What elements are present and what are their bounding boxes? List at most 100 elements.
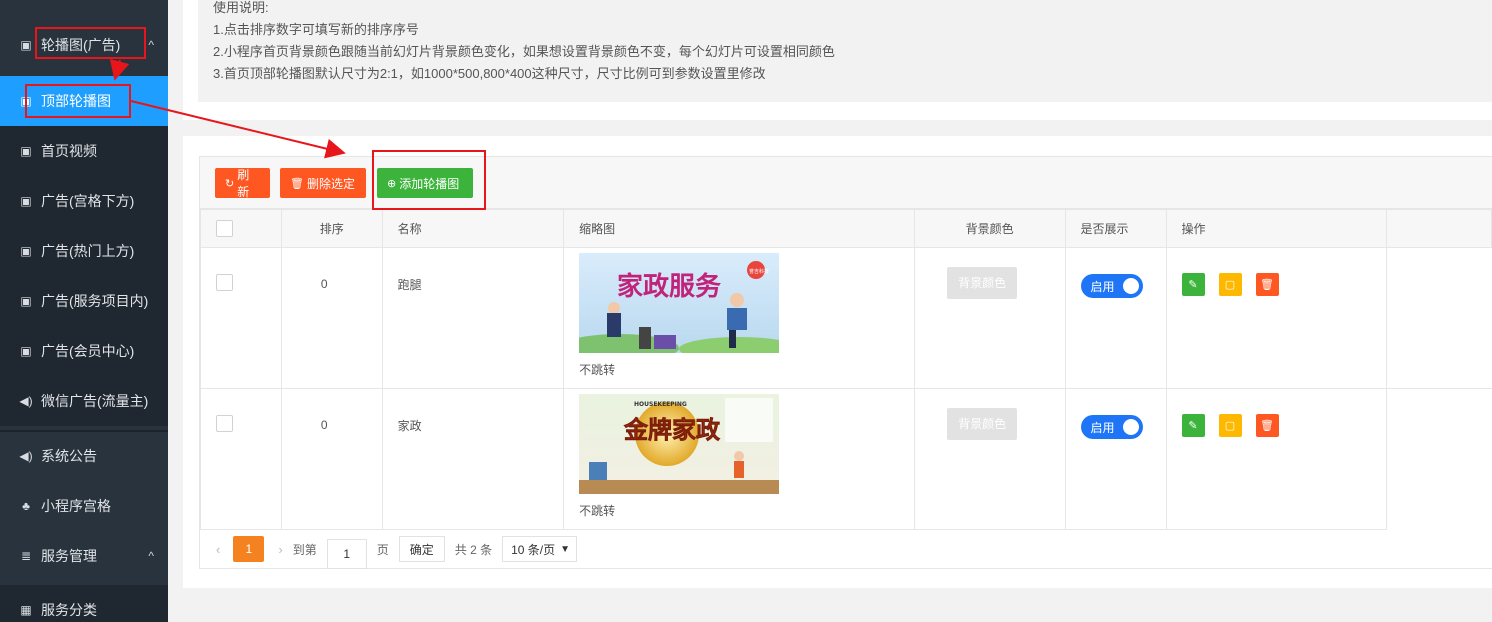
- sidebar-item-ad-service-inside[interactable]: ▣ 广告(服务项目内): [0, 276, 168, 326]
- name-cell: 家政: [381, 388, 565, 530]
- page-size-value: 10 条/页: [511, 542, 556, 557]
- order-value[interactable]: 0: [282, 277, 367, 291]
- page-input[interactable]: 1: [326, 539, 367, 569]
- sidebar-item-system-notice[interactable]: ◀) 系统公告: [0, 431, 168, 481]
- page-unit-label: 页: [376, 542, 389, 557]
- sidebar-item-service-management[interactable]: ≣ 服务管理 ^: [0, 531, 168, 581]
- table-row: 0 跑腿 家政服务 誉吉科技 不跳转 背景颜色 启用 ✎ ▢ 🗑: [200, 247, 1492, 389]
- order-cell: 0: [280, 247, 383, 389]
- page-size-select[interactable]: 10 条/页 ▼: [502, 536, 578, 562]
- jump-label: 不跳转: [579, 363, 616, 377]
- sidebar-item-service-category[interactable]: ▦ 服务分类: [0, 585, 168, 622]
- sidebar-item-label: 小程序宫格: [41, 498, 111, 514]
- refresh-label: 刷新: [237, 168, 250, 199]
- delete-selected-label: 删除选定: [306, 176, 355, 191]
- show-toggle[interactable]: 启用: [1080, 274, 1143, 298]
- column-header-actions: 操作: [1165, 209, 1388, 248]
- delete-selected-button[interactable]: 🗑 删除选定: [280, 168, 366, 198]
- chevron-left-icon[interactable]: ‹: [216, 542, 220, 557]
- thumbnail-tag: HOUSEKEEPING: [634, 401, 687, 408]
- table-container: ↻ 刷新 🗑 删除选定 ⊕ 添加轮播图 排序 名称 缩略图 背景颜色 是否展示 …: [199, 156, 1492, 569]
- thumbnail-cell: 家政服务 誉吉科技 不跳转: [563, 247, 915, 389]
- bg-color-button[interactable]: 背景颜色: [947, 408, 1018, 440]
- confirm-button[interactable]: 确定: [398, 536, 445, 562]
- sidebar-item-label: 广告(会员中心): [41, 343, 135, 359]
- sitemap-icon: ♣: [22, 499, 30, 513]
- row-checkbox[interactable]: [216, 415, 233, 432]
- trash-icon[interactable]: 🗑: [1255, 273, 1279, 296]
- sidebar-item-label: 广告(宫格下方): [41, 193, 135, 209]
- sidebar-item-label: 广告(服务项目内): [41, 293, 149, 309]
- carousel-table: 排序 名称 缩略图 背景颜色 是否展示 操作 0 跑腿 家政服务 誉吉科技 不跳…: [200, 209, 1492, 530]
- instructions-line: 3.首页顶部轮播图默认尺寸为2:1，如1000*500,800*400这种尺寸，…: [213, 66, 766, 81]
- sidebar-item-home-video[interactable]: ▣ 首页视频: [0, 126, 168, 176]
- show-cell: 启用: [1064, 247, 1167, 389]
- image-icon: ▣: [20, 294, 32, 308]
- table-row: 0 家政 HOUSEKEEPING 金牌家政 不跳转 背景颜色 启用 ✎ ▢ 🗑: [200, 388, 1492, 530]
- edit-icon[interactable]: ✎: [1181, 414, 1205, 437]
- sidebar-item-label: 服务分类: [41, 602, 97, 618]
- chevron-up-icon: ^: [148, 38, 154, 52]
- instructions-line: 2.小程序首页背景颜色跟随当前幻灯片背景颜色变化，如果想设置背景颜色不变，每个幻…: [213, 44, 835, 59]
- column-header-spacer: [1386, 209, 1492, 248]
- trash-icon[interactable]: 🗑: [1255, 414, 1279, 437]
- select-all-checkbox[interactable]: [216, 220, 233, 237]
- spacer-cell: [1386, 388, 1492, 530]
- bg-color-button[interactable]: 背景颜色: [947, 267, 1018, 299]
- grid-icon: ▦: [20, 603, 32, 617]
- sidebar-item-wechat-ad[interactable]: ◀) 微信广告(流量主): [0, 376, 168, 426]
- instructions-title: 使用说明:: [213, 0, 269, 15]
- instructions-line: 1.点击排序数字可填写新的排序序号: [213, 22, 419, 37]
- row-select-cell: [200, 388, 282, 530]
- sidebar-item-label: 微信广告(流量主): [41, 393, 149, 409]
- thumbnail-tag: 誉吉科技: [749, 268, 769, 275]
- edit-icon[interactable]: ✎: [1181, 273, 1205, 296]
- sidebar-item-label: 系统公告: [41, 448, 97, 464]
- pagination: ‹ 1 › 到第 1 页 确定 共 2 条 10 条/页 ▼: [200, 529, 1492, 569]
- toggle-knob: [1122, 419, 1139, 435]
- speaker-icon: ◀): [19, 394, 33, 408]
- speaker-icon: ◀): [19, 449, 33, 463]
- actions-cell: ✎ ▢ 🗑: [1165, 247, 1388, 389]
- column-header-order[interactable]: 排序: [280, 209, 383, 248]
- row-checkbox[interactable]: [216, 274, 233, 291]
- image-icon: ▣: [20, 144, 32, 158]
- thumbnail-image: 家政服务 誉吉科技: [579, 253, 780, 353]
- chevron-up-icon: ^: [148, 549, 154, 563]
- thumbnail-image: HOUSEKEEPING 金牌家政: [579, 394, 780, 494]
- name-cell: 跑腿: [381, 247, 565, 389]
- instructions-panel: 使用说明: 1.点击排序数字可填写新的排序序号 2.小程序首页背景颜色跟随当前幻…: [183, 0, 1492, 120]
- dropdown-icon: ▼: [560, 543, 571, 555]
- image-icon: ▣: [20, 244, 32, 258]
- column-header-thumbnail: 缩略图: [563, 209, 915, 248]
- toggle-label: 启用: [1090, 279, 1115, 294]
- sidebar-item-label: 首页视频: [41, 143, 97, 159]
- chevron-right-icon[interactable]: ›: [278, 542, 282, 557]
- sidebar-item-ad-member-center[interactable]: ▣ 广告(会员中心): [0, 326, 168, 376]
- thumbnail-title: 金牌家政: [623, 416, 720, 444]
- total-count: 共 2 条: [454, 542, 493, 557]
- order-cell: 0: [280, 388, 383, 530]
- image-icon: ▣: [20, 194, 32, 208]
- trash-icon: 🗑: [290, 177, 304, 190]
- bg-color-cell: 背景颜色: [913, 388, 1066, 530]
- sidebar-item-miniprogram-grid[interactable]: ♣ 小程序宫格: [0, 481, 168, 531]
- column-header-name: 名称: [381, 209, 565, 248]
- sidebar-item-ad-grid-below[interactable]: ▣ 广告(宫格下方): [0, 176, 168, 226]
- current-page[interactable]: 1: [233, 536, 265, 562]
- note-icon[interactable]: ▢: [1218, 273, 1242, 296]
- toggle-label: 启用: [1090, 420, 1115, 435]
- thumbnail-cell: HOUSEKEEPING 金牌家政 不跳转: [563, 388, 915, 530]
- note-icon[interactable]: ▢: [1218, 414, 1242, 437]
- sidebar-item-label: 服务管理: [41, 548, 97, 564]
- order-value[interactable]: 0: [282, 418, 367, 432]
- image-icon: ▣: [20, 344, 32, 358]
- toggle-knob: [1122, 278, 1139, 294]
- goto-label: 到第: [292, 542, 317, 557]
- show-toggle[interactable]: 启用: [1080, 415, 1143, 439]
- refresh-button[interactable]: ↻ 刷新: [215, 168, 270, 199]
- row-name: 家政: [397, 419, 422, 433]
- sidebar-item-ad-hot-above[interactable]: ▣ 广告(热门上方): [0, 226, 168, 276]
- annotation-box-carousel-menu: [35, 27, 146, 59]
- thumbnail-title: 家政服务: [617, 271, 721, 302]
